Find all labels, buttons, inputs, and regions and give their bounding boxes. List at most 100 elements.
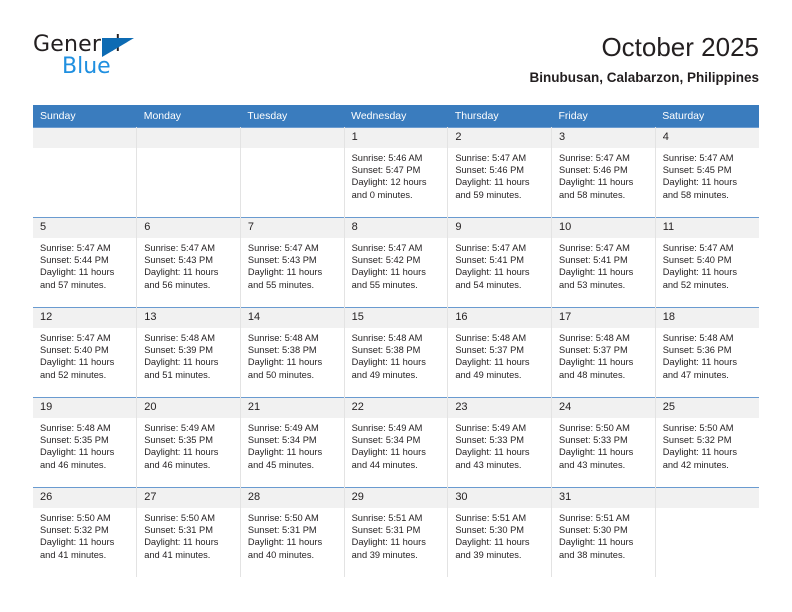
day-number: 17 bbox=[552, 308, 655, 328]
weekday-header-sunday: Sunday bbox=[33, 105, 137, 128]
day-details: Sunrise: 5:50 AM Sunset: 5:32 PM Daylight:… bbox=[33, 508, 136, 561]
daylight-text-line1: Daylight: 11 hours bbox=[662, 267, 737, 278]
calendar-day-cell[interactable]: 15 Sunrise: 5:48 AM Sunset: 5:38 PM Dayligh… bbox=[344, 307, 449, 398]
calendar-day-cell[interactable]: 24 Sunrise: 5:50 AM Sunset: 5:33 PM Dayligh… bbox=[551, 397, 656, 488]
daylight-text-line1: Daylight: 11 hours bbox=[247, 267, 323, 278]
daylight-text-line2: and 52 minutes. bbox=[40, 369, 107, 380]
day-details: Sunrise: 5:50 AM Sunset: 5:32 PM Daylight:… bbox=[656, 418, 759, 471]
day-number: 9 bbox=[448, 218, 552, 238]
calendar-day-cell[interactable]: 31 Sunrise: 5:51 AM Sunset: 5:30 PM Dayligh… bbox=[551, 487, 656, 577]
sunset-text: Sunset: 5:41 PM bbox=[559, 255, 628, 266]
calendar-day-cell[interactable]: 21 Sunrise: 5:49 AM Sunset: 5:34 PM Dayligh… bbox=[240, 397, 345, 488]
sunset-text: Sunset: 5:41 PM bbox=[455, 255, 525, 266]
daylight-text-line1: Daylight: 11 hours bbox=[662, 447, 737, 458]
calendar-day-cell[interactable]: 16 Sunrise: 5:48 AM Sunset: 5:37 PM Dayligh… bbox=[447, 307, 553, 398]
sunrise-text: Sunrise: 5:48 AM bbox=[247, 333, 319, 343]
calendar-day-cell[interactable]: 6 Sunrise: 5:47 AM Sunset: 5:43 PM Daylight… bbox=[136, 217, 241, 308]
daylight-text-line1: Daylight: 11 hours bbox=[40, 357, 115, 368]
day-number: 31 bbox=[552, 488, 655, 508]
calendar-day-cell[interactable]: 4 Sunrise: 5:47 AM Sunset: 5:45 PM Daylight… bbox=[655, 127, 759, 218]
daylight-text-line1: Daylight: 11 hours bbox=[40, 447, 115, 458]
daylight-text-line1: Daylight: 11 hours bbox=[351, 447, 426, 458]
page-title: October 2025 bbox=[601, 32, 759, 62]
calendar-day-cell[interactable]: 1 Sunrise: 5:46 AM Sunset: 5:47 PM Daylight… bbox=[344, 127, 449, 218]
daylight-text-line2: and 47 minutes. bbox=[662, 369, 729, 380]
daylight-text-line1: Daylight: 11 hours bbox=[247, 357, 323, 368]
calendar-day-cell[interactable]: 7 Sunrise: 5:47 AM Sunset: 5:43 PM Daylight… bbox=[240, 217, 345, 308]
daylight-text-line2: and 52 minutes. bbox=[662, 279, 729, 290]
calendar-day-cell[interactable]: 25 Sunrise: 5:50 AM Sunset: 5:32 PM Dayligh… bbox=[655, 397, 759, 488]
sunrise-text: Sunrise: 5:51 AM bbox=[455, 513, 527, 523]
daylight-text-line2: and 45 minutes. bbox=[247, 459, 315, 470]
daylight-text-line2: and 41 minutes. bbox=[144, 549, 211, 560]
calendar-day-cell[interactable]: 29 Sunrise: 5:51 AM Sunset: 5:31 PM Dayligh… bbox=[344, 487, 449, 577]
day-number: 1 bbox=[344, 128, 448, 148]
sunset-text: Sunset: 5:40 PM bbox=[40, 345, 109, 356]
calendar-day-cell-empty bbox=[33, 127, 138, 218]
calendar-day-cell[interactable]: 27 Sunrise: 5:50 AM Sunset: 5:31 PM Dayligh… bbox=[136, 487, 241, 577]
calendar-body: 1 Sunrise: 5:46 AM Sunset: 5:47 PM Daylight… bbox=[33, 127, 759, 577]
page-subtitle: Binubusan, Calabarzon, Philippines bbox=[529, 70, 759, 85]
daylight-text-line2: and 43 minutes. bbox=[559, 459, 626, 470]
calendar-day-cell[interactable]: 2 Sunrise: 5:47 AM Sunset: 5:46 PM Daylight… bbox=[447, 127, 553, 218]
day-details: Sunrise: 5:47 AM Sunset: 5:43 PM Daylight:… bbox=[137, 238, 240, 291]
daylight-text-line1: Daylight: 11 hours bbox=[247, 447, 323, 458]
calendar-day-cell[interactable]: 14 Sunrise: 5:48 AM Sunset: 5:38 PM Dayligh… bbox=[240, 307, 345, 398]
calendar-day-cell[interactable]: 20 Sunrise: 5:49 AM Sunset: 5:35 PM Dayligh… bbox=[136, 397, 241, 488]
day-number: 11 bbox=[655, 218, 759, 238]
day-number bbox=[240, 128, 344, 148]
calendar-day-cell[interactable]: 18 Sunrise: 5:48 AM Sunset: 5:36 PM Dayligh… bbox=[655, 307, 759, 398]
calendar-day-cell[interactable]: 26 Sunrise: 5:50 AM Sunset: 5:32 PM Dayligh… bbox=[33, 487, 138, 577]
calendar-day-cell[interactable]: 28 Sunrise: 5:50 AM Sunset: 5:31 PM Dayligh… bbox=[240, 487, 345, 577]
sunrise-text: Sunrise: 5:48 AM bbox=[455, 333, 527, 343]
daylight-text-line1: Daylight: 11 hours bbox=[662, 177, 737, 188]
calendar-day-cell[interactable]: 22 Sunrise: 5:49 AM Sunset: 5:34 PM Dayligh… bbox=[344, 397, 449, 488]
calendar-day-cell[interactable]: 8 Sunrise: 5:47 AM Sunset: 5:42 PM Daylight… bbox=[344, 217, 449, 308]
sunrise-text: Sunrise: 5:47 AM bbox=[40, 243, 111, 253]
day-details: Sunrise: 5:47 AM Sunset: 5:40 PM Daylight:… bbox=[656, 238, 759, 291]
sunrise-text: Sunrise: 5:50 AM bbox=[559, 423, 630, 433]
sunset-text: Sunset: 5:39 PM bbox=[144, 345, 213, 356]
calendar-day-cell[interactable]: 10 Sunrise: 5:47 AM Sunset: 5:41 PM Dayligh… bbox=[551, 217, 656, 308]
sunrise-text: Sunrise: 5:47 AM bbox=[247, 243, 319, 253]
daylight-text-line2: and 50 minutes. bbox=[247, 369, 315, 380]
sunrise-text: Sunrise: 5:50 AM bbox=[40, 513, 111, 523]
calendar-day-cell[interactable]: 9 Sunrise: 5:47 AM Sunset: 5:41 PM Daylight… bbox=[447, 217, 553, 308]
calendar-day-cell[interactable]: 30 Sunrise: 5:51 AM Sunset: 5:30 PM Dayligh… bbox=[447, 487, 553, 577]
sunset-text: Sunset: 5:35 PM bbox=[144, 435, 213, 446]
daylight-text-line2: and 58 minutes. bbox=[559, 189, 626, 200]
calendar-day-cell[interactable]: 5 Sunrise: 5:47 AM Sunset: 5:44 PM Daylight… bbox=[33, 217, 138, 308]
calendar-day-cell[interactable]: 3 Sunrise: 5:47 AM Sunset: 5:46 PM Daylight… bbox=[551, 127, 656, 218]
day-details: Sunrise: 5:47 AM Sunset: 5:45 PM Daylight:… bbox=[656, 148, 759, 201]
calendar-day-cell[interactable]: 11 Sunrise: 5:47 AM Sunset: 5:40 PM Dayligh… bbox=[655, 217, 759, 308]
calendar-day-cell[interactable]: 12 Sunrise: 5:47 AM Sunset: 5:40 PM Dayligh… bbox=[33, 307, 138, 398]
daylight-text-line2: and 57 minutes. bbox=[40, 279, 107, 290]
day-details: Sunrise: 5:47 AM Sunset: 5:46 PM Daylight:… bbox=[552, 148, 655, 201]
weekday-header-thursday: Thursday bbox=[447, 105, 552, 128]
sunrise-text: Sunrise: 5:49 AM bbox=[351, 423, 423, 433]
sunset-text: Sunset: 5:33 PM bbox=[559, 435, 628, 446]
sunset-text: Sunset: 5:45 PM bbox=[662, 165, 732, 176]
sunset-text: Sunset: 5:33 PM bbox=[455, 435, 525, 446]
sunset-text: Sunset: 5:30 PM bbox=[559, 525, 628, 536]
weekday-header-friday: Friday bbox=[551, 105, 656, 128]
daylight-text-line2: and 44 minutes. bbox=[351, 459, 418, 470]
daylight-text-line1: Daylight: 11 hours bbox=[455, 357, 530, 368]
sunset-text: Sunset: 5:46 PM bbox=[559, 165, 628, 176]
sunrise-text: Sunrise: 5:47 AM bbox=[144, 243, 216, 253]
calendar-day-cell[interactable]: 19 Sunrise: 5:48 AM Sunset: 5:35 PM Dayligh… bbox=[33, 397, 138, 488]
sunrise-text: Sunrise: 5:47 AM bbox=[662, 243, 734, 253]
daylight-text-line1: Daylight: 11 hours bbox=[351, 537, 426, 548]
calendar-day-cell[interactable]: 17 Sunrise: 5:48 AM Sunset: 5:37 PM Dayligh… bbox=[551, 307, 656, 398]
day-details: Sunrise: 5:47 AM Sunset: 5:44 PM Daylight:… bbox=[33, 238, 136, 291]
day-details: Sunrise: 5:47 AM Sunset: 5:40 PM Daylight:… bbox=[33, 328, 136, 381]
day-number: 13 bbox=[137, 308, 240, 328]
daylight-text-line1: Daylight: 11 hours bbox=[40, 537, 115, 548]
general-blue-logo[interactable]: General Blue bbox=[33, 32, 213, 94]
calendar-day-cell-empty bbox=[655, 487, 759, 577]
calendar-day-cell[interactable]: 13 Sunrise: 5:48 AM Sunset: 5:39 PM Dayligh… bbox=[136, 307, 241, 398]
daylight-text-line2: and 55 minutes. bbox=[247, 279, 315, 290]
day-number bbox=[655, 488, 759, 508]
day-details: Sunrise: 5:51 AM Sunset: 5:30 PM Daylight:… bbox=[552, 508, 655, 561]
calendar-day-cell[interactable]: 23 Sunrise: 5:49 AM Sunset: 5:33 PM Dayligh… bbox=[447, 397, 553, 488]
